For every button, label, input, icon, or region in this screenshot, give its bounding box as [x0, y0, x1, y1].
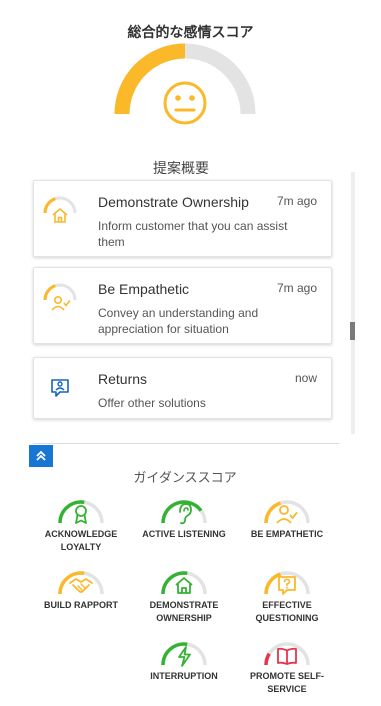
chat-person-icon — [40, 368, 80, 408]
guidance-item-active-listening: ACTIVE LISTENING — [134, 490, 234, 541]
guidance-label: BUILD RAPPORT — [44, 600, 118, 610]
person-check-icon — [264, 500, 310, 524]
double-chevron-up-icon — [36, 450, 46, 461]
guidance-label: EFFECTIVE QUESTIONING — [255, 600, 319, 623]
suggestion-summary-title: 提案概要 — [153, 160, 209, 176]
scrollbar-track[interactable] — [351, 172, 355, 434]
guidance-item-acknowledge-loyalty: ACKNOWLEDGE LOYALTY — [31, 490, 131, 554]
home-icon — [40, 191, 80, 231]
neutral-face-icon — [160, 78, 210, 128]
guidance-item-promote-self-service: PROMOTE SELF-SERVICE — [237, 632, 337, 692]
person-check-icon — [40, 278, 80, 318]
guidance-item-build-rapport: BUILD RAPPORT — [31, 561, 131, 612]
sentiment-score-title: 総合的な感情スコア — [127, 24, 254, 40]
lightning-icon — [161, 642, 207, 667]
ear-icon — [161, 500, 207, 525]
card-description: Offer other solutions — [98, 396, 206, 410]
handshake-icon — [58, 571, 104, 595]
suggestion-card-be-empathetic[interactable]: Be Empathetic 7m ago Convey an understan… — [33, 267, 332, 344]
card-timestamp: now — [294, 371, 317, 385]
scrollbar-thumb[interactable] — [350, 322, 355, 340]
card-description: Inform customer that you can assist them — [98, 219, 288, 249]
collapse-button[interactable] — [29, 445, 53, 467]
card-title: Demonstrate Ownership — [98, 194, 249, 210]
card-timestamp: 7m ago — [276, 194, 317, 208]
guidance-label: DEMONSTRATE OWNERSHIP — [149, 600, 219, 623]
guidance-label: BE EMPATHETIC — [250, 529, 324, 539]
book-icon — [264, 642, 310, 666]
guidance-label: ACKNOWLEDGE LOYALTY — [44, 529, 118, 552]
card-title: Returns — [98, 371, 148, 387]
card-timestamp: 7m ago — [276, 281, 317, 295]
guidance-item-be-empathetic: BE EMPATHETIC — [237, 490, 337, 541]
suggestion-card-returns[interactable]: Returns now Offer other solutions — [33, 357, 332, 419]
card-title: Be Empathetic — [98, 281, 190, 297]
section-divider — [33, 443, 339, 444]
guidance-label: INTERRUPTION — [150, 671, 218, 681]
suggestion-card-demonstrate-ownership[interactable]: Demonstrate Ownership 7m ago Inform cust… — [33, 180, 332, 257]
card-description: Convey an understanding and appreciation… — [98, 306, 259, 336]
guidance-label: PROMOTE SELF-SERVICE — [250, 671, 324, 692]
guidance-label: ACTIVE LISTENING — [142, 529, 226, 539]
guidance-score-title: ガイダンススコア — [133, 470, 237, 485]
guidance-item-interruption: INTERRUPTION — [134, 632, 234, 683]
guidance-item-demonstrate-ownership: DEMONSTRATE OWNERSHIP — [134, 561, 234, 625]
guidance-item-effective-questioning: EFFECTIVE QUESTIONING — [237, 561, 337, 625]
home-icon — [161, 571, 207, 595]
award-icon — [58, 500, 104, 524]
question-chat-icon — [264, 571, 310, 595]
